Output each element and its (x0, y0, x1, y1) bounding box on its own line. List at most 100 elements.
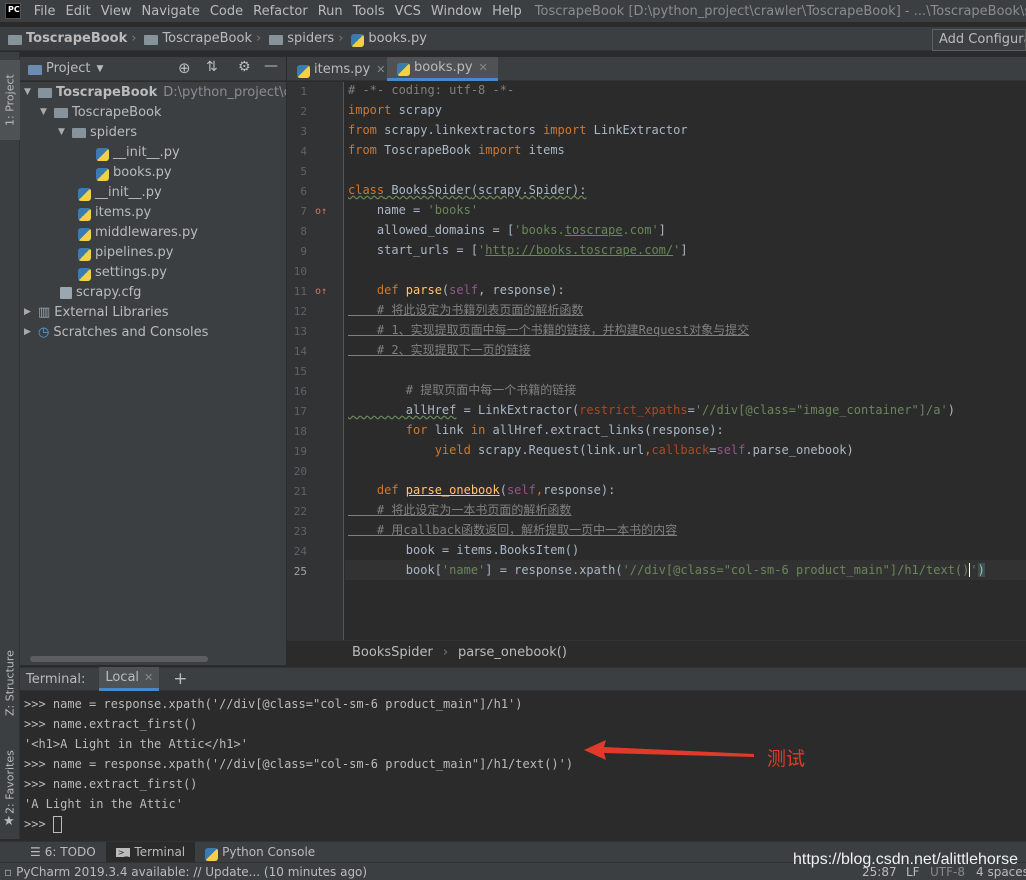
code-line-4: from ToscrapeBook import items (348, 140, 565, 160)
expand-arrow-icon[interactable]: ▼ (58, 127, 72, 137)
keyword: import (543, 123, 587, 137)
expand-arrow-icon[interactable]: ▶ (24, 307, 38, 317)
tree-item-scratches[interactable]: ▶ ◷ Scratches and Consoles (24, 322, 208, 342)
code-line-22: # 将此设定为一本书页面的解析函数 (348, 500, 571, 520)
tab-items-py[interactable]: items.py ✕ (287, 57, 395, 81)
python-file-icon (78, 227, 91, 241)
python-file-icon (297, 64, 310, 78)
code-token: ( (499, 483, 507, 497)
url-link[interactable]: http://books.toscrape.com/ (485, 243, 673, 257)
new-session-plus-icon[interactable]: + (173, 669, 187, 689)
tree-item-path: D:\python_project\crawler\ToscrapeBook (163, 84, 286, 100)
python-file-icon (78, 207, 91, 221)
menu-edit[interactable]: Edit (61, 4, 96, 19)
tool-tab-python-console[interactable]: Python Console (195, 842, 325, 863)
star-icon: ★ (3, 814, 15, 829)
terminal-output[interactable]: >>> name = response.xpath('//div[@class=… (20, 692, 1026, 839)
menu-vcs[interactable]: VCS (390, 4, 426, 19)
expand-arrow-icon[interactable]: ▼ (24, 87, 38, 97)
tree-item-external-libraries[interactable]: ▶ ▥ External Libraries (24, 302, 169, 322)
close-icon[interactable]: ✕ (479, 61, 488, 74)
hide-panel-icon[interactable]: — (264, 58, 278, 74)
status-message[interactable]: PyCharm 2019.3.4 available: // Update...… (16, 865, 367, 879)
code-token: items (521, 143, 565, 157)
terminal-cursor (52, 816, 62, 833)
python-file-icon (78, 267, 91, 281)
breadcrumb-class[interactable]: BooksSpider (352, 645, 433, 660)
close-icon[interactable]: ✕ (376, 63, 385, 76)
nav-crumb-file[interactable]: books.py (343, 31, 427, 47)
add-configuration-button[interactable]: Add Configuration... (932, 29, 1026, 51)
menu-tools[interactable]: Tools (348, 4, 390, 19)
tree-item-spiders-init[interactable]: __init__.py (96, 142, 180, 162)
line-number: 21 (293, 485, 307, 498)
project-horizontal-scrollbar[interactable] (30, 656, 208, 662)
menu-code[interactable]: Code (205, 4, 248, 19)
menu-run[interactable]: Run (313, 4, 348, 19)
project-view-selector[interactable]: Project (46, 61, 90, 76)
folder-icon (54, 108, 68, 118)
tree-item-root[interactable]: ▼ ToscrapeBook D:\python_project\crawler\T… (24, 82, 286, 102)
tool-tab-todo[interactable]: ☰ 6: TODO (20, 842, 106, 863)
tree-item-items[interactable]: items.py (78, 202, 151, 222)
code-line-8: allowed_domains = ['books.toscrape.com'] (348, 220, 666, 240)
line-number: 15 (293, 365, 307, 378)
nav-crumb-spiders[interactable]: spiders › (261, 31, 343, 46)
pycharm-logo-icon: PC (5, 3, 21, 19)
expand-arrow-icon[interactable]: ▶ (24, 327, 38, 337)
menu-window[interactable]: Window (426, 4, 487, 19)
tree-item-pipelines[interactable]: pipelines.py (78, 242, 173, 262)
menu-view[interactable]: View (96, 4, 137, 19)
code-comment: # 将此设定为一本书页面的解析函数 (348, 503, 572, 517)
menu-help[interactable]: Help (487, 4, 527, 19)
terminal-tab-local[interactable]: Local ✕ (99, 667, 160, 691)
menu-file[interactable]: File (29, 4, 61, 19)
menu-refactor[interactable]: Refactor (248, 4, 313, 19)
code-line-16: # 提取页面中每一个书籍的链接 (348, 380, 576, 400)
tab-label: books.py (414, 60, 473, 75)
project-tool-tab-label: 1: Project (3, 74, 17, 126)
line-number: 11 (293, 285, 307, 298)
python-file-icon (96, 167, 109, 181)
breadcrumb-method[interactable]: parse_onebook() (458, 645, 567, 660)
gear-icon[interactable]: ⚙ (238, 59, 251, 75)
folder-icon (8, 34, 22, 45)
nav-crumb-package[interactable]: ToscrapeBook › (136, 31, 261, 46)
tree-item-books[interactable]: books.py (96, 162, 172, 182)
favorites-tool-tab[interactable]: 2: Favorites (0, 747, 20, 817)
tree-item-spiders[interactable]: ▼ spiders (58, 122, 137, 142)
code-token: book = items.BooksItem() (348, 543, 580, 557)
tab-books-py[interactable]: books.py ✕ (387, 57, 498, 81)
code-editor[interactable]: # -*- coding: utf-8 -*- import scrapy fr… (345, 82, 1026, 640)
override-marker-icon[interactable]: o↑ (315, 206, 327, 217)
structure-tool-tab[interactable]: Z: Structure (0, 648, 20, 718)
nav-crumb-project[interactable]: ToscrapeBook › (0, 31, 136, 46)
code-line-3: from scrapy.linkextractors import LinkEx… (348, 120, 688, 140)
text-caret: ' (969, 563, 978, 577)
locate-icon[interactable]: ⊕ (178, 59, 191, 77)
tree-item-settings[interactable]: settings.py (78, 262, 167, 282)
close-icon[interactable]: ✕ (144, 671, 153, 684)
tree-item-cfg[interactable]: scrapy.cfg (60, 282, 141, 302)
keyword: import (348, 103, 392, 117)
tab-label: items.py (314, 61, 371, 77)
menu-navigate[interactable]: Navigate (137, 4, 205, 19)
override-marker-icon[interactable]: o↑ (315, 286, 327, 297)
code-line-12: # 将此设定为书籍列表页面的解析函数 (348, 300, 583, 320)
tool-tab-terminal[interactable]: >_ Terminal (105, 841, 196, 863)
collapse-all-icon[interactable]: ⇅ (206, 59, 218, 75)
line-number: 17 (293, 405, 307, 418)
expand-arrow-icon[interactable]: ▼ (40, 107, 54, 117)
tree-item-init[interactable]: __init__.py (78, 182, 162, 202)
chevron-down-icon[interactable]: ▼ (96, 64, 103, 74)
python-file-icon (397, 63, 410, 76)
code-token: , (535, 483, 544, 497)
tree-item-package[interactable]: ▼ ToscrapeBook (40, 102, 162, 122)
line-number: 14 (293, 345, 307, 358)
tree-item-middlewares[interactable]: middlewares.py (78, 222, 198, 242)
status-square-icon: ▫ (4, 864, 13, 879)
navigation-bar: ToscrapeBook › ToscrapeBook › spiders › boo… (0, 27, 1026, 51)
line-number: 16 (293, 385, 307, 398)
project-tool-tab[interactable]: 1: Project (0, 60, 20, 140)
tool-tab-label: Terminal (134, 845, 186, 859)
